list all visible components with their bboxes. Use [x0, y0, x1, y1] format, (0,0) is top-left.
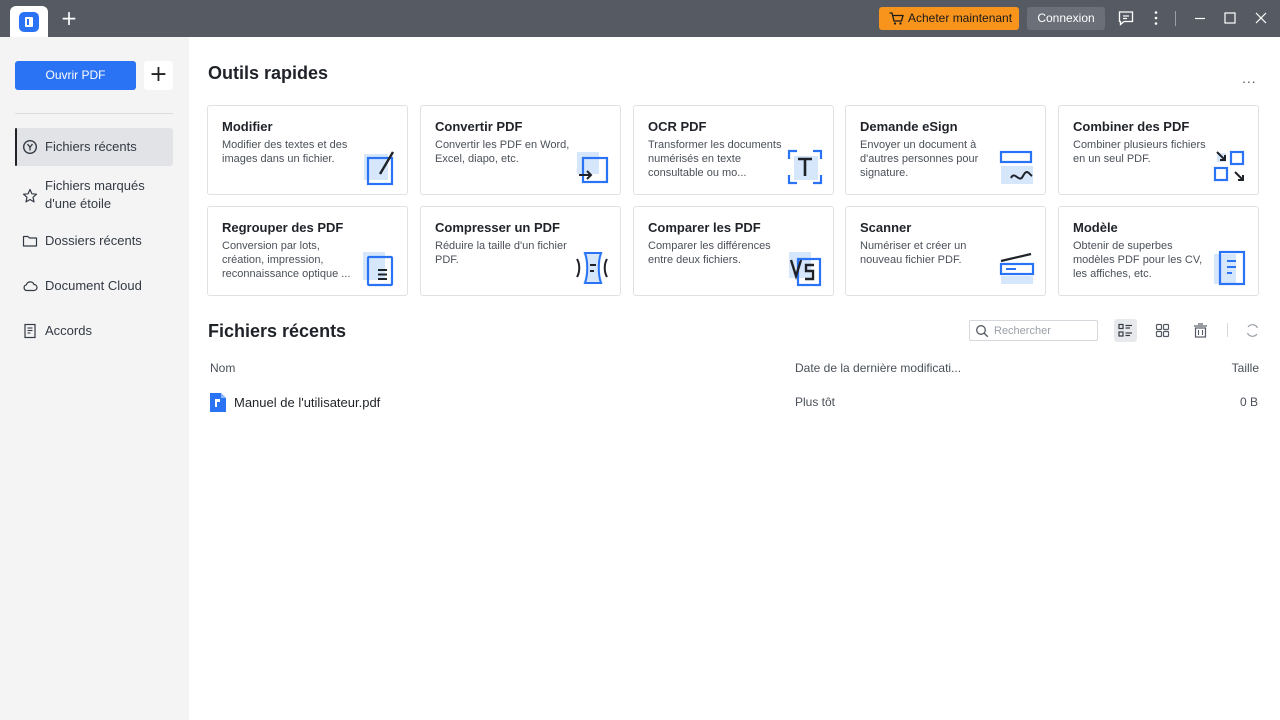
tool-card-title: OCR PDF — [648, 119, 707, 134]
file-date: Plus tôt — [795, 395, 836, 409]
grid-view-button[interactable] — [1151, 319, 1174, 342]
tool-card-compare[interactable]: Comparer les PDF Comparer les différence… — [633, 206, 834, 296]
open-pdf-button[interactable]: Ouvrir PDF — [15, 61, 136, 90]
tool-card-edit[interactable]: Modifier Modifier des textes et des imag… — [207, 105, 408, 195]
toolbar-separator — [1227, 323, 1228, 337]
document-icon — [24, 323, 36, 339]
search-input[interactable] — [994, 323, 1094, 339]
compare-icon — [789, 252, 822, 287]
tool-card-title: Scanner — [860, 220, 912, 235]
sidebar-item-starred[interactable]: Fichiers marqués d'une étoile — [15, 177, 173, 215]
tool-card-convert[interactable]: Convertir PDF Convertir les PDF en Word,… — [420, 105, 621, 195]
tool-card-title: Modifier — [222, 119, 273, 134]
tool-card-scanner[interactable]: Scanner Numériser et créer un nouveau fi… — [845, 206, 1046, 296]
new-tab-button[interactable]: + — [60, 7, 78, 29]
folder-icon — [22, 235, 38, 247]
tool-card-desc: Transformer les documents numérisés en t… — [648, 139, 782, 179]
tool-card-batch[interactable]: Regrouper des PDF Conversion par lots, c… — [207, 206, 408, 296]
compress-icon — [576, 252, 608, 284]
tool-card-ocr[interactable]: OCR PDF Transformer les documents numéri… — [633, 105, 834, 195]
tool-card-title: Convertir PDF — [435, 119, 523, 134]
tool-card-compress[interactable]: Compresser un PDF Réduire la taille d'un… — [420, 206, 621, 296]
tool-card-desc: Modifier des textes et des images dans u… — [222, 139, 348, 165]
feedback-icon[interactable] — [1117, 9, 1135, 27]
trash-icon — [1194, 323, 1207, 338]
cloud-icon — [23, 281, 38, 292]
list-view-button[interactable] — [1114, 319, 1137, 342]
delete-button[interactable] — [1189, 319, 1212, 342]
tool-card-esign[interactable]: Demande eSign Envoyer un document à d'au… — [845, 105, 1046, 195]
file-name: Manuel de l'utilisateur.pdf — [234, 395, 381, 410]
recent-files-title: Fichiers récents — [208, 321, 347, 341]
refresh-icon — [1246, 324, 1259, 337]
file-row[interactable]: Manuel de l'utilisateur.pdf Plus tôt 0 B — [208, 390, 1260, 416]
create-button[interactable]: + — [144, 61, 173, 90]
tool-card-template[interactable]: Modèle Obtenir de superbes modèles PDF p… — [1058, 206, 1259, 296]
convert-icon — [577, 152, 609, 184]
active-indicator — [15, 128, 17, 166]
tool-card-title: Comparer les PDF — [648, 220, 761, 235]
search-icon — [976, 325, 989, 338]
sidebar-item-label: Fichiers marqués d'une étoile — [45, 178, 145, 211]
tool-card-combine[interactable]: Combiner des PDF Combiner plusieurs fich… — [1058, 105, 1259, 195]
tool-card-title: Modèle — [1073, 220, 1118, 235]
title-bar: + Acheter maintenant Connexion — [0, 0, 1280, 37]
login-button[interactable]: Connexion — [1027, 7, 1105, 30]
tool-card-title: Demande eSign — [860, 119, 958, 134]
home-tab[interactable] — [10, 6, 48, 37]
sidebar-item-recent-folders[interactable]: Dossiers récents — [15, 231, 173, 251]
pdf-file-icon — [210, 393, 226, 412]
maximize-icon[interactable] — [1221, 9, 1239, 27]
sidebar: Ouvrir PDF + Fichiers récents Fichiers m… — [0, 37, 189, 720]
grid-view-icon — [1155, 323, 1170, 338]
tool-card-desc: Conversion par lots, création, impressio… — [222, 240, 351, 280]
tool-card-title: Combiner des PDF — [1073, 119, 1190, 134]
quick-tools-title: Outils rapides — [208, 63, 329, 83]
clock-icon — [22, 139, 38, 155]
file-size: 0 B — [1239, 395, 1258, 409]
sidebar-item-label: Fichiers récents — [45, 139, 137, 154]
star-icon — [22, 188, 38, 203]
cart-icon — [889, 12, 904, 25]
minimize-icon[interactable] — [1191, 9, 1209, 27]
tool-card-desc: Réduire la taille d'un fichier PDF. — [435, 240, 567, 266]
column-header-date[interactable]: Date de la dernière modificati... — [795, 361, 961, 375]
close-icon[interactable] — [1252, 9, 1270, 27]
tool-card-desc: Envoyer un document à d'autres personnes… — [860, 139, 979, 179]
scanner-icon — [999, 252, 1035, 284]
more-vertical-icon[interactable] — [1147, 9, 1165, 27]
column-header-size[interactable]: Taille — [1232, 361, 1259, 375]
sidebar-item-document-cloud[interactable]: Document Cloud — [15, 276, 173, 296]
sidebar-item-label: Accords — [45, 323, 92, 338]
esign-icon — [999, 150, 1033, 184]
template-icon — [1214, 250, 1246, 286]
sidebar-item-agreements[interactable]: Accords — [15, 321, 173, 341]
sidebar-item-label: Dossiers récents — [45, 233, 142, 248]
sidebar-divider — [15, 113, 173, 114]
app-logo-icon — [19, 12, 39, 32]
edit-icon — [364, 151, 395, 186]
combine-icon — [1213, 150, 1245, 182]
buy-now-label: Acheter maintenant — [908, 11, 1013, 25]
more-options-button[interactable]: ... — [1242, 70, 1262, 86]
tool-card-title: Regrouper des PDF — [222, 220, 344, 235]
list-view-icon — [1118, 323, 1132, 337]
column-header-name[interactable]: Nom — [210, 361, 235, 375]
buy-now-button[interactable]: Acheter maintenant — [879, 7, 1019, 30]
sidebar-item-label: Document Cloud — [45, 278, 142, 293]
tool-card-desc: Numériser et créer un nouveau fichier PD… — [860, 240, 967, 266]
refresh-button[interactable] — [1241, 319, 1264, 342]
tool-card-desc: Obtenir de superbes modèles PDF pour les… — [1073, 240, 1203, 280]
titlebar-separator — [1175, 11, 1176, 26]
tool-card-desc: Convertir les PDF en Word, Excel, diapo,… — [435, 139, 570, 165]
tool-card-desc: Combiner plusieurs fichiers en un seul P… — [1073, 139, 1206, 165]
search-field[interactable] — [969, 320, 1098, 341]
ocr-icon — [787, 149, 823, 185]
tool-card-desc: Comparer les différences entre deux fich… — [648, 240, 771, 266]
sidebar-item-recent-files[interactable]: Fichiers récents — [15, 128, 173, 166]
tool-card-title: Compresser un PDF — [435, 220, 560, 235]
batch-icon — [363, 252, 394, 287]
